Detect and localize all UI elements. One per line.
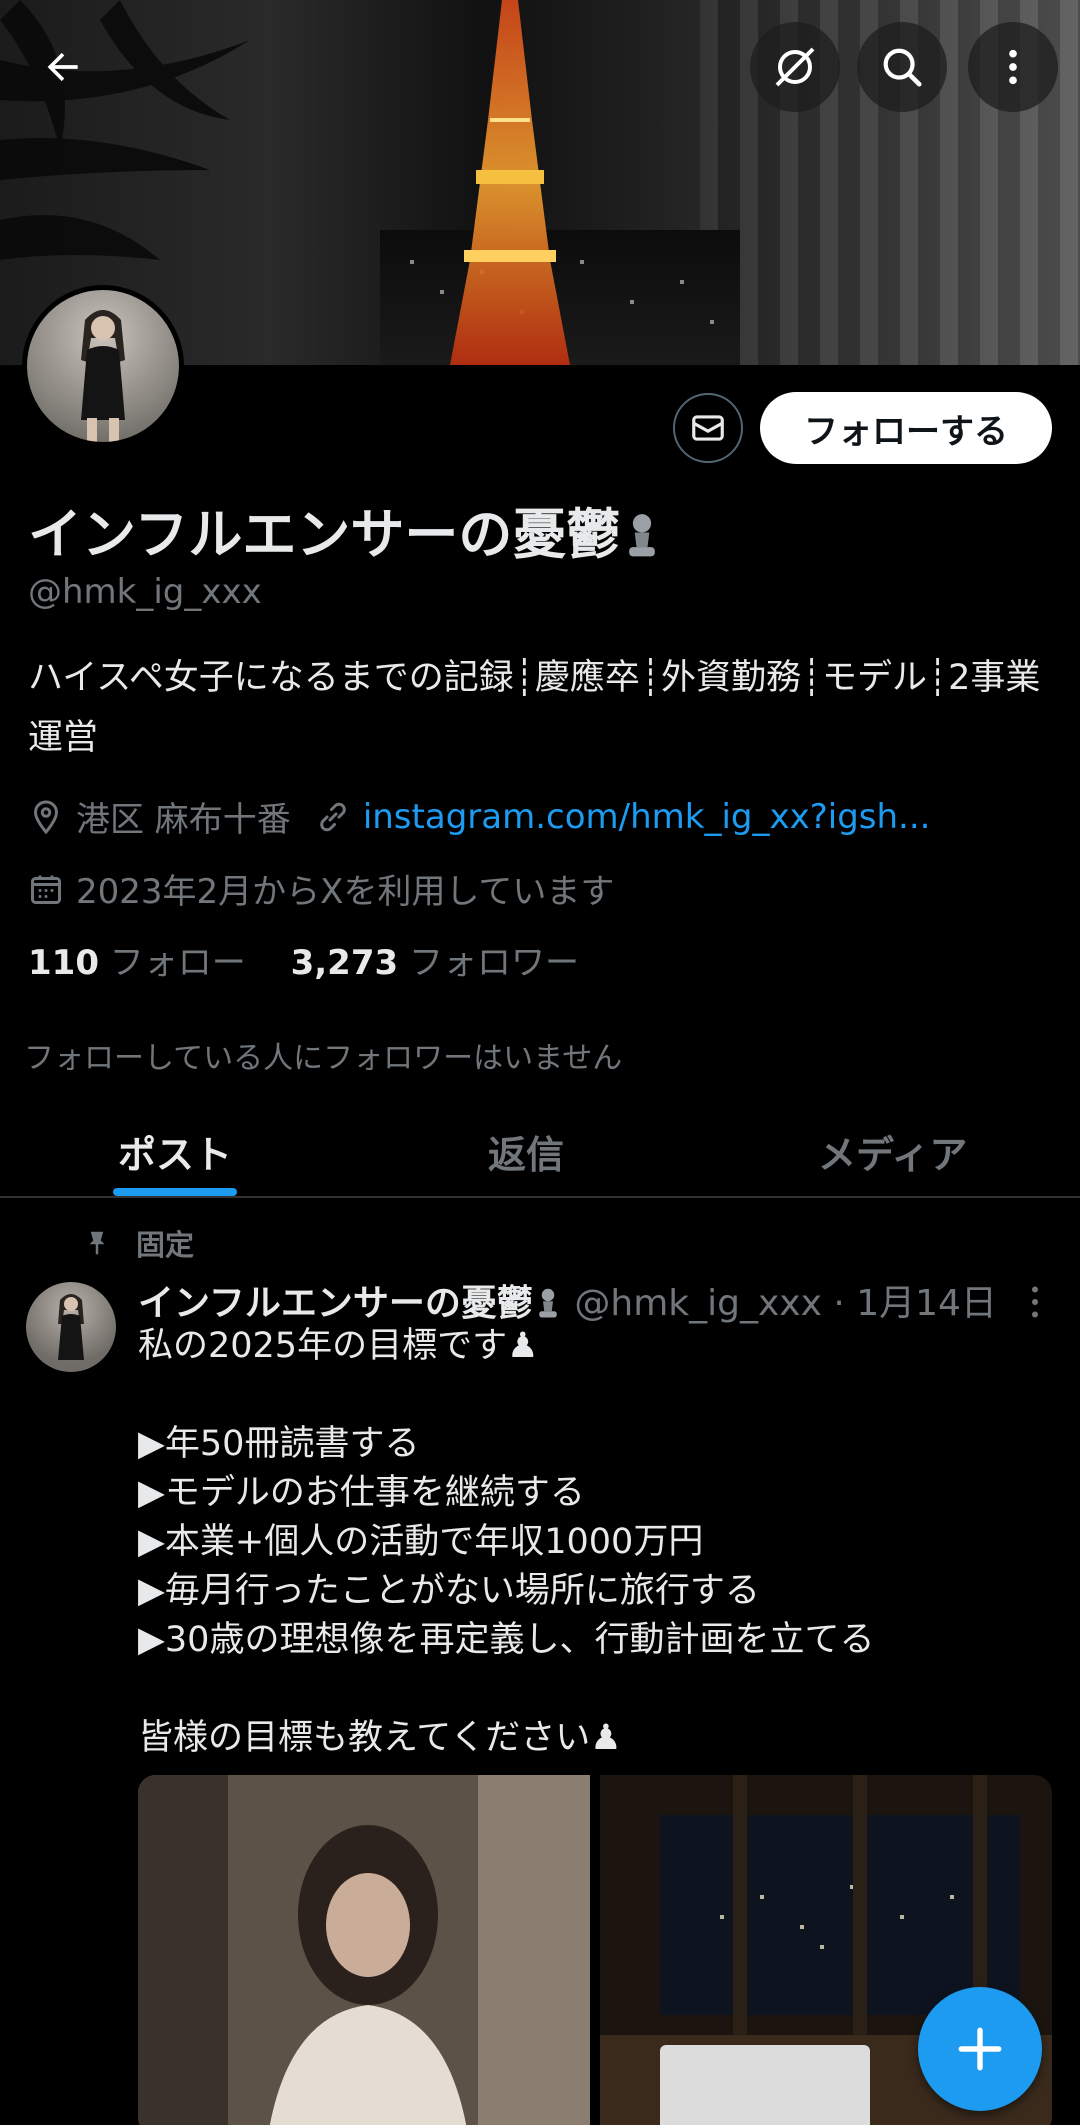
profile-joined-date: 2023年2月からXを利用しています (76, 872, 615, 912)
plus-icon (958, 2027, 1002, 2071)
more-vertical-icon (1009, 49, 1017, 85)
pinned-indicator: 固定 (82, 1222, 194, 1264)
profile-meta-location-link: 港区 麻布十番 instagram.com/hmk_ig_xx?igsh... (28, 792, 930, 841)
display-name: インフルエンサーの憂鬱 (28, 490, 664, 569)
post-author-avatar[interactable] (26, 1282, 116, 1372)
followers-stat[interactable]: 3,273 フォロワー (291, 943, 579, 983)
pinned-label: 固定 (136, 1228, 195, 1262)
display-name-text: インフルエンサーの憂鬱 (28, 503, 621, 566)
pawn-emoji-icon (539, 1288, 557, 1318)
tab-replies[interactable]: 返信 (488, 1124, 564, 1179)
pawn-emoji-icon (629, 514, 656, 557)
search-button[interactable] (857, 22, 947, 112)
post-author-name[interactable]: インフルエンサーの憂鬱 (138, 1283, 533, 1324)
post-more-icon[interactable] (1020, 1282, 1050, 1322)
link-icon (315, 799, 351, 835)
active-tab-indicator (113, 1188, 237, 1196)
tab-media[interactable]: メディア (818, 1124, 967, 1179)
woman-portrait-image (138, 1775, 590, 2125)
post-meta: @hmk_ig_xxx · 1月14日 (574, 1283, 997, 1324)
following-stat[interactable]: 110 フォロー (28, 943, 246, 983)
following-label: フォロー (109, 943, 246, 983)
profile-tabs: ポスト 返信 メディア (0, 1110, 1080, 1198)
location-pin-icon (28, 799, 64, 835)
back-arrow-icon (47, 52, 78, 82)
compose-post-button[interactable] (918, 1987, 1042, 2111)
followers-label: フォロワー (408, 943, 579, 983)
profile-website-link[interactable]: instagram.com/hmk_ig_xx?igsh... (363, 797, 931, 837)
tab-posts[interactable]: ポスト (118, 1124, 232, 1179)
avatar-image (81, 310, 125, 442)
profile-handle: @hmk_ig_xxx (28, 572, 262, 612)
post-header: インフルエンサーの憂鬱 @hmk_ig_xxx · 1月14日 (138, 1274, 997, 1326)
back-button[interactable] (18, 22, 108, 112)
post-image-1[interactable] (138, 1775, 590, 2125)
profile-avatar[interactable] (22, 285, 184, 447)
post-avatar-image (58, 1294, 84, 1360)
profile-bio: ハイスペ女子になるまでの記録┊慶應卒┊外資勤務┊モデル┊2事業運営 (28, 658, 1041, 758)
profile-stats: 110 フォロー 3,273 フォロワー (28, 935, 579, 984)
profile-location: 港区 麻布十番 (76, 800, 291, 840)
following-count: 110 (28, 943, 99, 983)
followers-you-know-notice: フォローしている人にフォロワーはいません (24, 1041, 623, 1076)
post-text: 私の2025年の目標です♟ ▶年50冊読書する ▶モデルのお仕事を継続する ▶本… (138, 1326, 875, 1758)
more-options-button[interactable] (968, 22, 1058, 112)
profile-meta-joined: 2023年2月からXを利用しています (28, 864, 614, 913)
envelope-icon (692, 415, 724, 441)
tokyo-tower-image (450, 0, 570, 365)
calendar-icon (28, 871, 64, 907)
message-button[interactable] (673, 393, 743, 463)
follow-button[interactable]: フォローする (760, 392, 1052, 464)
pin-icon (89, 1231, 105, 1255)
grok-button[interactable] (750, 22, 840, 112)
grok-icon (775, 47, 815, 87)
search-icon (883, 48, 922, 87)
followers-count: 3,273 (290, 943, 399, 983)
